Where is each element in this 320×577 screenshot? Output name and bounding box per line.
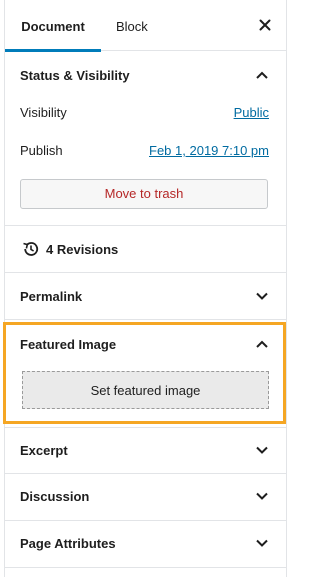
chevron-down-icon[interactable] — [255, 489, 269, 503]
status-visibility-toggle[interactable]: Status & Visibility — [20, 68, 130, 83]
chevron-down-icon[interactable] — [255, 443, 269, 457]
set-featured-image-button[interactable]: Set featured image — [22, 371, 269, 409]
sidebar-tabs: Document Block — [5, 0, 286, 52]
panel-bottom — [5, 568, 286, 577]
tab-document[interactable]: Document — [5, 0, 101, 52]
close-icon[interactable] — [256, 16, 274, 34]
permalink-toggle[interactable]: Permalink — [20, 289, 82, 304]
featured-image-panel: Featured Image Set featured image — [3, 320, 286, 427]
page-attributes-toggle[interactable]: Page Attributes — [20, 536, 116, 551]
permalink-panel: Permalink — [5, 273, 286, 320]
chevron-down-icon[interactable] — [255, 289, 269, 303]
chevron-up-icon[interactable] — [255, 68, 269, 82]
publish-label: Publish — [20, 143, 63, 158]
excerpt-panel: Excerpt — [5, 427, 286, 474]
chevron-up-icon[interactable] — [255, 337, 269, 351]
document-settings-sidebar: Document Block Status & Visibility Visib… — [3, 0, 287, 577]
publish-date-link[interactable]: Feb 1, 2019 7:10 pm — [149, 143, 269, 158]
visibility-label: Visibility — [20, 105, 67, 120]
discussion-toggle[interactable]: Discussion — [20, 489, 89, 504]
excerpt-toggle[interactable]: Excerpt — [20, 443, 68, 458]
featured-image-toggle[interactable]: Featured Image — [20, 337, 116, 352]
status-visibility-panel: Status & Visibility Visibility Public Pu… — [5, 51, 286, 226]
history-icon — [22, 240, 40, 258]
tab-block[interactable]: Block — [116, 0, 148, 51]
revisions-link[interactable]: 4 Revisions — [46, 242, 118, 257]
visibility-link[interactable]: Public — [234, 105, 269, 120]
move-to-trash-button[interactable]: Move to trash — [20, 179, 268, 209]
discussion-panel: Discussion — [5, 474, 286, 521]
chevron-down-icon[interactable] — [255, 536, 269, 550]
page-attributes-panel: Page Attributes — [5, 521, 286, 568]
revisions-panel: 4 Revisions — [5, 226, 286, 273]
